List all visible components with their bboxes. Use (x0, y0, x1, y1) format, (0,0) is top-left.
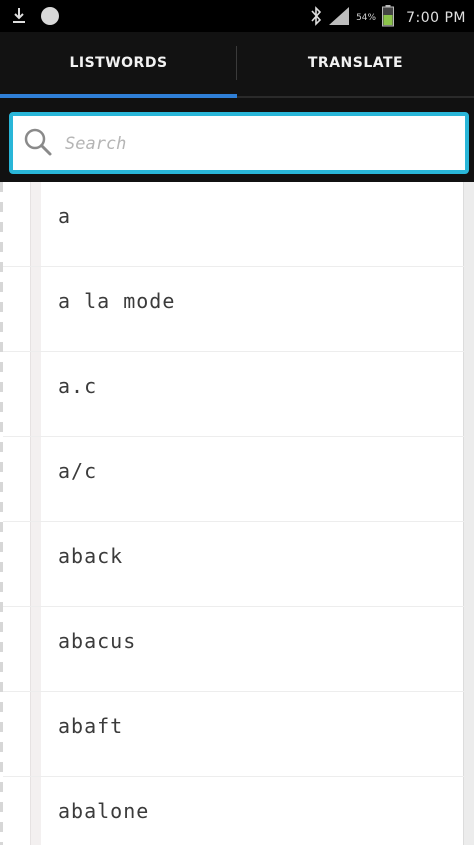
list-item[interactable]: a/c (0, 437, 464, 522)
list-item[interactable]: a.c (0, 352, 464, 437)
tab-listwords[interactable]: LISTWORDS (0, 32, 237, 94)
search-box[interactable] (9, 112, 469, 174)
notification-dot-icon (40, 6, 60, 30)
battery-percent: 54% (356, 13, 377, 23)
list-item[interactable]: aback (0, 522, 464, 607)
word-list[interactable]: a a la mode a.c a/c aback abacus abaft a… (0, 182, 474, 845)
download-icon (12, 7, 26, 29)
status-bar: 54% 7:00 PM (0, 0, 474, 32)
app-screen: 54% 7:00 PM LISTWORDS TRANSLATE Search a… (0, 0, 474, 845)
word-label: aback (58, 544, 124, 568)
list-item[interactable]: a (0, 182, 464, 267)
search-area (0, 98, 474, 182)
bluetooth-icon (310, 6, 322, 30)
word-label: a/c (58, 459, 98, 483)
word-label: a (58, 204, 72, 228)
signal-icon (328, 6, 350, 30)
list-item[interactable]: abalone (0, 777, 464, 845)
search-icon (23, 127, 53, 157)
tab-bar: LISTWORDS TRANSLATE (0, 32, 474, 98)
tab-translate[interactable]: TRANSLATE (237, 32, 474, 94)
list-item[interactable]: abacus (0, 607, 464, 692)
list-item[interactable]: a la mode (0, 267, 464, 352)
word-label: a.c (58, 374, 98, 398)
word-label: a la mode (58, 289, 176, 313)
list-item[interactable]: abaft (0, 692, 464, 777)
word-label: abalone (58, 799, 150, 823)
list-scroll-edge (463, 182, 474, 845)
word-label: abaft (58, 714, 124, 738)
search-input[interactable] (63, 124, 457, 164)
word-label: abacus (58, 629, 137, 653)
status-left (12, 6, 60, 30)
status-right: 54% 7:00 PM (310, 5, 466, 31)
status-time: 7:00 PM (406, 10, 466, 26)
battery-icon (382, 5, 395, 31)
